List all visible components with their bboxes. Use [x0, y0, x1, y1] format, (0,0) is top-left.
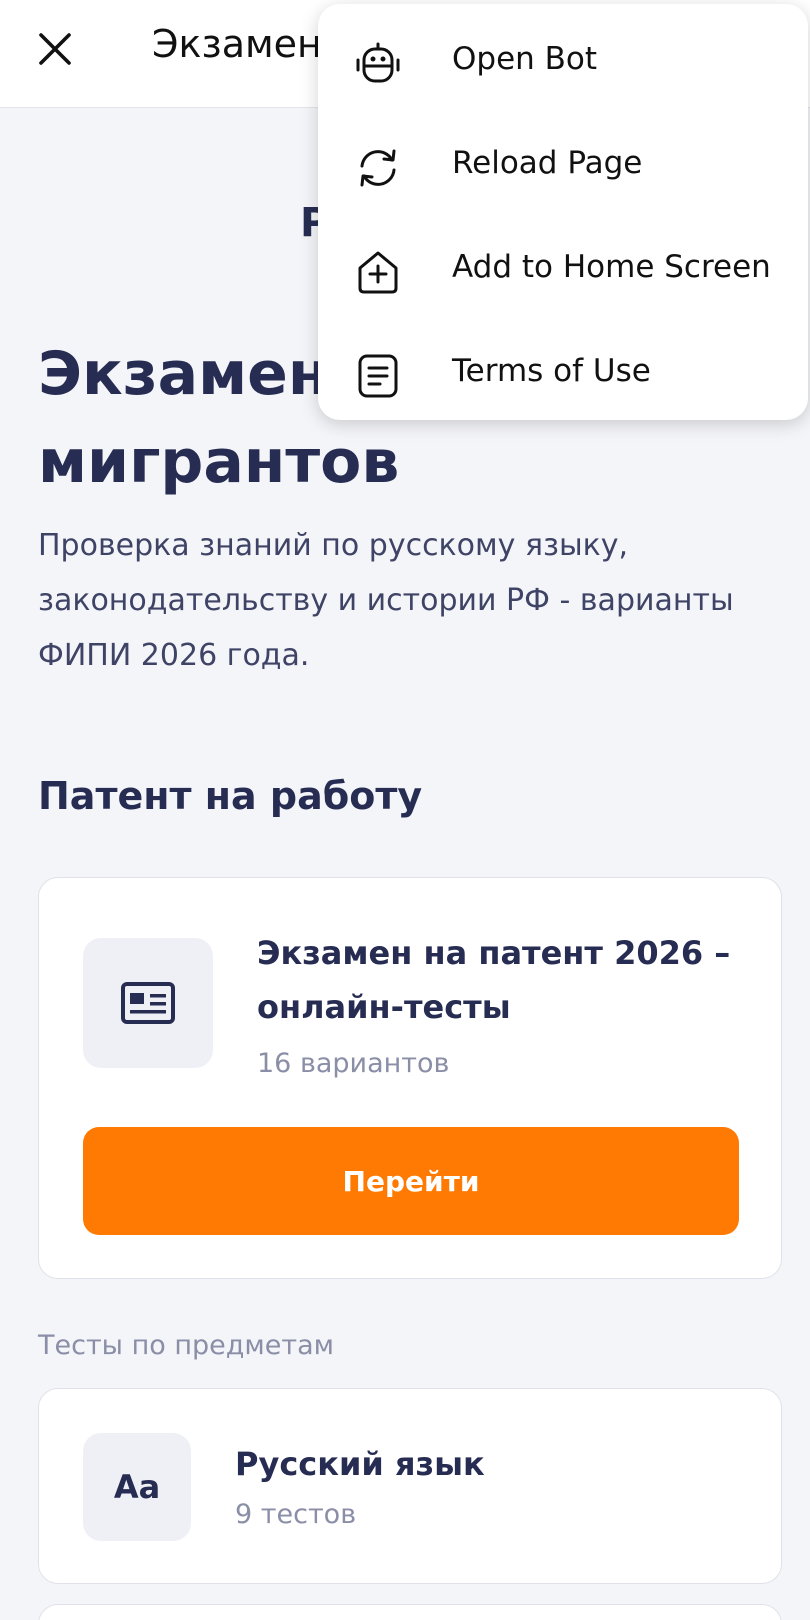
- document-icon: [354, 352, 402, 400]
- menu-item-open-bot[interactable]: Open Bot: [318, 10, 808, 114]
- menu-item-label: Open Bot: [452, 41, 597, 77]
- menu-item-label: Reload Page: [452, 145, 642, 181]
- id-card-icon: [120, 981, 176, 1025]
- page-description: Проверка знаний по русскому языку, закон…: [38, 518, 778, 683]
- patent-icon-tile: [83, 938, 213, 1068]
- next-card[interactable]: [38, 1604, 782, 1620]
- add-home-icon: [354, 248, 402, 296]
- close-button[interactable]: [30, 24, 80, 74]
- russian-card-title: Русский язык: [235, 1437, 735, 1491]
- menu-item-label: Add to Home Screen: [452, 249, 771, 285]
- reload-icon: [354, 144, 402, 192]
- patent-card[interactable]: Экзамен на патент 2026 – онлайн-тесты 16…: [38, 877, 782, 1279]
- russian-icon-tile: Aa: [83, 1433, 191, 1541]
- app-title: Экзамен: [152, 22, 322, 66]
- menu-item-terms-of-use[interactable]: Terms of Use: [318, 322, 808, 426]
- menu-item-add-to-home-screen[interactable]: Add to Home Screen: [318, 218, 808, 322]
- subjects-label: Тесты по предметам: [38, 1330, 334, 1361]
- section-title-patent: Патент на работу: [38, 774, 422, 818]
- letters-icon: Aa: [114, 1468, 160, 1506]
- russian-language-card[interactable]: Aa Русский язык 9 тестов: [38, 1388, 782, 1584]
- go-button[interactable]: Перейти: [83, 1127, 739, 1235]
- patent-card-title: Экзамен на патент 2026 – онлайн-тесты: [257, 926, 737, 1034]
- menu-item-reload-page[interactable]: Reload Page: [318, 114, 808, 218]
- menu-item-label: Terms of Use: [452, 353, 651, 389]
- patent-card-count: 16 вариантов: [257, 1048, 449, 1079]
- close-icon: [38, 32, 72, 66]
- overflow-menu: Open Bot Reload Page Add to Home Screen …: [318, 4, 808, 420]
- russian-card-count: 9 тестов: [235, 1499, 356, 1530]
- robot-icon: [354, 40, 402, 88]
